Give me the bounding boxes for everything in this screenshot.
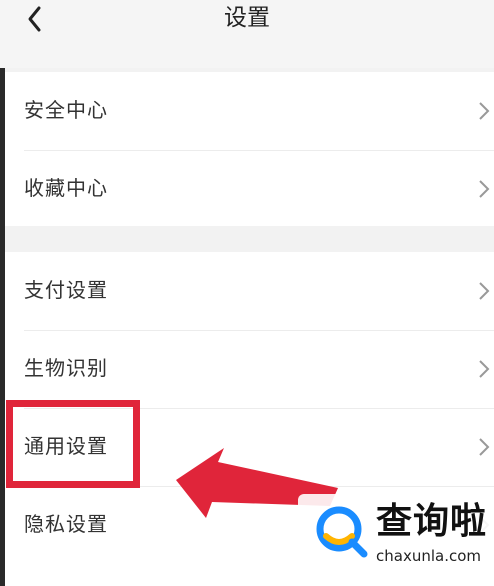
magnifier-logo-icon: [316, 506, 368, 558]
watermark-url: chaxunla.com: [376, 547, 481, 565]
watermark: 查询啦 chaxunla.com: [298, 494, 494, 586]
watermark-title: 查询啦: [376, 501, 488, 542]
